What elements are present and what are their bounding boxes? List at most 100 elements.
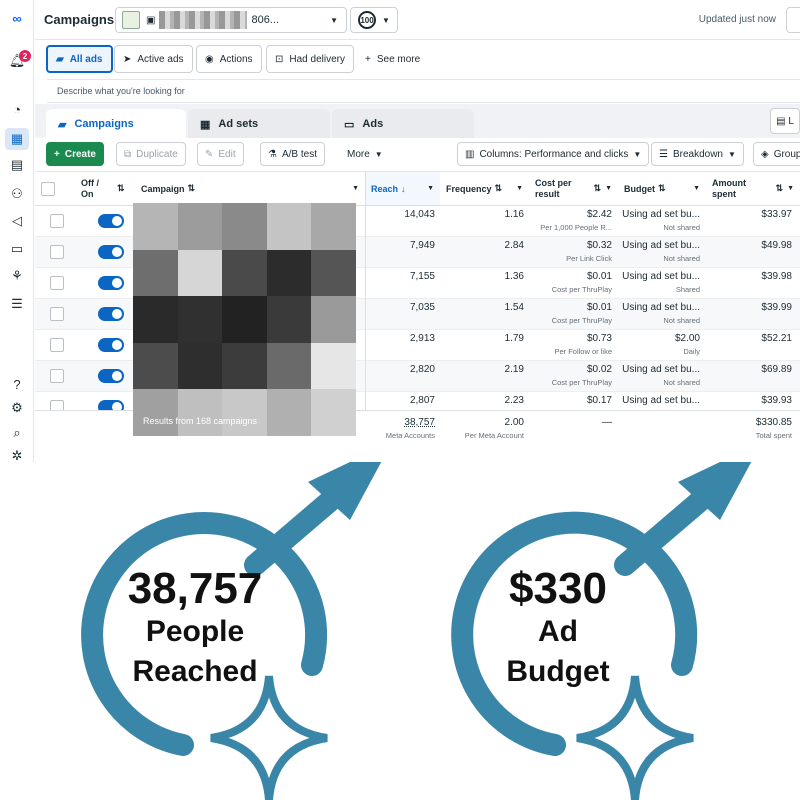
- mosaic-block: [222, 296, 267, 343]
- row-checkbox[interactable]: [50, 214, 64, 228]
- action-toolbar: + Create ⧉ Duplicate ✎ Edit ⚗ A/B test More ▼…: [35, 138, 800, 172]
- cell-frequency: 2.23: [504, 395, 524, 406]
- row-checkbox[interactable]: [50, 338, 64, 352]
- cost-sub: Cost per ThruPlay: [551, 378, 612, 387]
- total-reach: 38,757 Meta Accounts: [365, 417, 435, 440]
- column-header-amount-spent[interactable]: Amount spent ⇅ ▼: [706, 172, 800, 206]
- help-icon[interactable]: ?: [9, 376, 25, 392]
- advertise-megaphone-icon[interactable]: ◁: [9, 213, 25, 229]
- budget-value: Using ad set bu...: [622, 209, 700, 220]
- filter-had-delivery[interactable]: ⊡ Had delivery: [266, 45, 354, 73]
- campaign-toggle[interactable]: [98, 245, 124, 259]
- events-icon[interactable]: ⚘: [9, 268, 25, 284]
- edit-label: Edit: [218, 148, 236, 160]
- filter-bar: ▰ All ads ➤ Active ads ◉ Actions ⊡ Had deliv…: [35, 40, 800, 78]
- ad-limit-selector[interactable]: 100 ▼: [350, 7, 398, 33]
- business-icon: ▣: [146, 14, 156, 26]
- cell-frequency: 1.36: [504, 271, 524, 282]
- cell-reach: 14,043: [404, 209, 435, 220]
- cell-amount-spent: $39.98: [761, 271, 792, 282]
- settings-gear-icon[interactable]: ⚙: [9, 400, 25, 416]
- group-button[interactable]: ◈ Group: [753, 142, 800, 166]
- inbox-icon: ⊡: [275, 53, 284, 65]
- mosaic-block: [177, 342, 223, 390]
- column-header-budget[interactable]: Budget ⇅ ▼: [618, 172, 706, 206]
- tab-ad-sets[interactable]: ▦ Ad sets: [188, 109, 330, 139]
- duplicate-button[interactable]: ⧉ Duplicate: [116, 142, 186, 166]
- row-checkbox[interactable]: [50, 369, 64, 383]
- row-checkbox[interactable]: [50, 307, 64, 321]
- tab-campaigns[interactable]: ▰ Campaigns: [46, 109, 186, 139]
- total-spent-value: $330.85: [755, 417, 792, 428]
- cell-budget: Using ad set bu... Not shared: [618, 240, 700, 263]
- mosaic-block: [222, 249, 267, 297]
- chevron-down-icon: ▼: [382, 15, 390, 25]
- campaign-toggle[interactable]: [98, 214, 124, 228]
- mosaic-block: [133, 203, 178, 250]
- cell-frequency: 1.54: [504, 302, 524, 313]
- column-header-on-off[interactable]: Off / On ⇅: [75, 172, 135, 206]
- view-options-button[interactable]: ▤ L: [770, 108, 800, 134]
- search-icon[interactable]: ⌕: [9, 425, 25, 441]
- chevron-down-icon: ▼: [693, 185, 700, 192]
- account-selector[interactable]: ▣ 806... ▼: [115, 7, 347, 33]
- column-header-reach[interactable]: Reach ↓ ▼: [365, 172, 440, 206]
- campaign-toggle[interactable]: [98, 276, 124, 290]
- sort-icon: ⇅: [494, 183, 503, 193]
- column-header-campaign[interactable]: Campaign ⇅ ▼: [135, 172, 365, 206]
- budget-value: Using ad set bu...: [622, 240, 700, 251]
- campaigns-table-icon[interactable]: ▦: [5, 128, 29, 150]
- audiences-icon[interactable]: ⚇: [9, 186, 25, 202]
- mosaic-block: [311, 389, 356, 436]
- row-checkbox[interactable]: [50, 276, 64, 290]
- cell-reach: 7,155: [409, 271, 435, 282]
- breakdown-button[interactable]: ☰ Breakdown ▼: [651, 142, 744, 166]
- column-header-cost-per-result[interactable]: Cost per result ⇅ ▼: [529, 172, 618, 206]
- billing-card-icon[interactable]: ▭: [9, 241, 25, 257]
- edit-button[interactable]: ✎ Edit: [197, 142, 244, 166]
- grid-icon: ▦: [200, 118, 211, 131]
- meta-logo-icon[interactable]: ∞: [7, 10, 27, 26]
- more-button[interactable]: More ▼: [340, 142, 390, 166]
- budget-value: Using ad set bu...: [622, 302, 700, 313]
- cost-value: $0.32: [586, 240, 612, 251]
- budget-sub: Daily: [683, 347, 700, 356]
- search-input[interactable]: Describe what you're looking for: [47, 79, 800, 103]
- dashboard-gauge-icon[interactable]: ◔: [9, 101, 25, 117]
- create-button[interactable]: + Create: [46, 142, 104, 166]
- campaign-toggle[interactable]: [98, 369, 124, 383]
- sort-icon: ⇅: [775, 183, 784, 193]
- updated-status: Updated just now: [698, 14, 776, 25]
- menu-icon[interactable]: ☰: [9, 296, 25, 312]
- ab-test-button[interactable]: ⚗ A/B test: [260, 142, 325, 166]
- columns-button[interactable]: ▥ Columns: Performance and clicks ▼: [457, 142, 650, 166]
- mosaic-block: [311, 249, 356, 297]
- budget-stat-line1: Ad: [538, 615, 578, 648]
- see-more-button[interactable]: + See more: [357, 45, 429, 73]
- reach-stat-value: 38,757: [127, 564, 263, 613]
- campaign-toggle[interactable]: [98, 307, 124, 321]
- cost-value: $0.01: [586, 302, 612, 313]
- cell-budget: Using ad set bu... Not shared: [618, 302, 700, 325]
- budget-sub: Not shared: [663, 316, 700, 325]
- reach-stat-line1: People: [145, 615, 245, 648]
- filter-all-ads[interactable]: ▰ All ads: [46, 45, 113, 73]
- mosaic-block: [266, 296, 312, 343]
- refresh-button[interactable]: [786, 7, 800, 33]
- ad-icon: ▭: [344, 118, 355, 131]
- tab-ads[interactable]: ▭ Ads: [332, 109, 474, 139]
- pages-icon[interactable]: ▤: [9, 157, 25, 173]
- row-checkbox[interactable]: [50, 245, 64, 259]
- filter-actions[interactable]: ◉ Actions: [196, 45, 262, 73]
- total-frequency-value: 2.00: [504, 417, 524, 428]
- mosaic-block: [266, 203, 312, 250]
- column-header-frequency[interactable]: Frequency ⇅ ▼: [440, 172, 529, 206]
- total-spent: $330.85 Total spent: [706, 417, 792, 440]
- layers-icon: ◈: [761, 148, 769, 160]
- right-sparkle-icon: [576, 675, 694, 800]
- campaign-toggle[interactable]: [98, 338, 124, 352]
- cost-value: $2.42: [586, 209, 612, 220]
- filter-active-ads[interactable]: ➤ Active ads: [114, 45, 193, 73]
- breakdown-label: Breakdown: [672, 148, 723, 160]
- select-all-checkbox[interactable]: [41, 181, 55, 196]
